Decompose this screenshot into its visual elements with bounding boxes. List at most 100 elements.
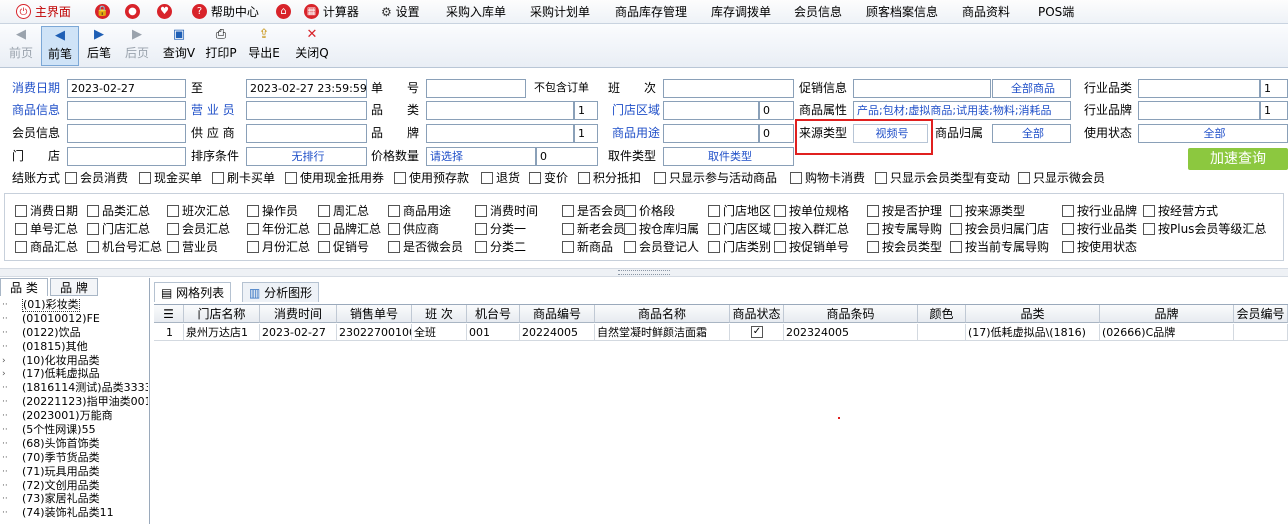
- groupby-option[interactable]: 价格段: [624, 203, 675, 219]
- prev-record-button[interactable]: ◀ 前笔: [41, 26, 79, 66]
- groupby-option[interactable]: 商品用途: [388, 203, 451, 219]
- table-cell[interactable]: 自然堂凝时鲜颜洁面霜: [595, 324, 730, 341]
- groupby-option[interactable]: 分类二: [475, 239, 526, 255]
- date-from-input[interactable]: 2023-02-27: [67, 79, 186, 98]
- tree-item[interactable]: ·· (74)装饰礼品类11: [0, 506, 148, 520]
- goods-info-input[interactable]: [67, 101, 186, 120]
- store-input[interactable]: [67, 147, 186, 166]
- tab-brand[interactable]: 品 牌: [50, 278, 98, 296]
- member-input[interactable]: [67, 124, 186, 143]
- consume-date-label[interactable]: 消费日期: [12, 79, 60, 97]
- groupby-option[interactable]: 按当前专属导购: [950, 239, 1049, 255]
- settle-option[interactable]: 会员消费: [65, 170, 128, 186]
- date-to-input[interactable]: 2023-02-27 23:59:59: [246, 79, 367, 98]
- category-count[interactable]: 1: [574, 101, 598, 120]
- lock-button[interactable]: 🔒: [95, 0, 110, 24]
- table-cell[interactable]: 泉州万达店1: [184, 324, 260, 341]
- table-cell[interactable]: 20224005: [520, 324, 595, 341]
- menu-purchase-plan[interactable]: 采购计划单: [530, 0, 590, 24]
- groupby-option[interactable]: 按行业品牌: [1062, 203, 1137, 219]
- goods-use-label[interactable]: 商品用途: [612, 124, 660, 142]
- groupby-option[interactable]: 按入群汇总: [774, 221, 849, 237]
- promo-input[interactable]: [853, 79, 991, 98]
- export-button[interactable]: ⇪ 导出E: [245, 26, 283, 66]
- settle-option[interactable]: 只显示参与活动商品: [654, 170, 777, 186]
- home-button[interactable]: ⌂: [276, 0, 291, 24]
- store-area-input[interactable]: [663, 101, 759, 120]
- menu-main[interactable]: ⏻ 主界面: [16, 0, 71, 24]
- industry-brand-input[interactable]: [1138, 101, 1260, 120]
- print-button[interactable]: ⎙ 打印P: [202, 26, 240, 66]
- groupby-option[interactable]: 分类一: [475, 221, 526, 237]
- settle-option[interactable]: 使用现金抵用券: [285, 170, 384, 186]
- column-header[interactable]: 机台号: [467, 305, 520, 323]
- query-button[interactable]: ▣ 查询V: [160, 26, 198, 66]
- tab-grid-list[interactable]: ▤ 网格列表: [154, 282, 232, 302]
- groupby-option[interactable]: 新商品: [562, 239, 613, 255]
- groupby-option[interactable]: 周汇总: [318, 203, 369, 219]
- groupby-option[interactable]: 商品汇总: [15, 239, 78, 255]
- groupby-option[interactable]: 按专属导购: [867, 221, 942, 237]
- column-header[interactable]: 商品条码: [784, 305, 918, 323]
- message-button[interactable]: ●: [125, 0, 140, 24]
- price-qty-input[interactable]: 0: [536, 147, 598, 166]
- menu-calculator[interactable]: ▦ 计算器: [304, 0, 359, 24]
- tab-analysis-chart[interactable]: ▥ 分析图形: [242, 282, 320, 302]
- groupby-option[interactable]: 会员汇总: [167, 221, 230, 237]
- column-header[interactable]: 班 次: [412, 305, 467, 323]
- store-area-label[interactable]: 门店区域: [612, 101, 660, 119]
- table-cell[interactable]: [1234, 324, 1288, 341]
- groupby-option[interactable]: 门店地区: [708, 203, 771, 219]
- not-include-order[interactable]: 不包含订单: [531, 79, 598, 98]
- menu-transfer[interactable]: 库存调拨单: [711, 0, 771, 24]
- groupby-option[interactable]: 按促销单号: [774, 239, 849, 255]
- table-cell[interactable]: (17)低耗虚拟品\(1816): [966, 324, 1100, 341]
- next-page-button[interactable]: ▶ 后页: [118, 26, 156, 66]
- goods-attr-select[interactable]: 产品;包材;虚拟商品;试用装;物料;消耗品: [853, 101, 1071, 120]
- groupby-option[interactable]: 按使用状态: [1062, 239, 1137, 255]
- column-header[interactable]: 消费时间: [260, 305, 337, 323]
- tree-item[interactable]: ·· (5个性网课)55: [0, 423, 148, 437]
- tree-item[interactable]: › (10)化妆用品类: [0, 354, 148, 368]
- column-header[interactable]: 会员编号: [1234, 305, 1288, 323]
- supplier-input[interactable]: [246, 124, 367, 143]
- settle-option[interactable]: 积分抵扣: [578, 170, 641, 186]
- table-cell[interactable]: 全班: [412, 324, 467, 341]
- groupby-option[interactable]: 年份汇总: [247, 221, 310, 237]
- pickup-select[interactable]: 取件类型: [663, 147, 794, 166]
- table-cell[interactable]: 202324005: [784, 324, 918, 341]
- source-type-select[interactable]: 视频号: [853, 124, 928, 143]
- tree-item[interactable]: ·· (01815)其他: [0, 340, 148, 354]
- sort-select[interactable]: 无排行: [246, 147, 367, 166]
- all-goods-select[interactable]: 全部商品: [992, 79, 1071, 98]
- settle-option[interactable]: 只显示微会员: [1018, 170, 1105, 186]
- shift-input[interactable]: [663, 79, 794, 98]
- order-no-input[interactable]: [426, 79, 526, 98]
- industry-cat-input[interactable]: [1138, 79, 1260, 98]
- tree-item[interactable]: ·· (73)家居礼品类: [0, 492, 148, 506]
- groupby-option[interactable]: 消费时间: [475, 203, 538, 219]
- groupby-option[interactable]: 消费日期: [15, 203, 78, 219]
- groupby-option[interactable]: 班次汇总: [167, 203, 230, 219]
- groupby-option[interactable]: 门店区域: [708, 221, 771, 237]
- groupby-option[interactable]: 按会员类型: [867, 239, 942, 255]
- groupby-option[interactable]: 是否微会员: [388, 239, 463, 255]
- column-header[interactable]: 商品名称: [595, 305, 730, 323]
- settle-option[interactable]: 刷卡买单: [212, 170, 275, 186]
- groupby-option[interactable]: 营业员: [167, 239, 218, 255]
- salesman-input[interactable]: [246, 101, 367, 120]
- salesman-label[interactable]: 营 业 员: [191, 101, 235, 119]
- use-status-select[interactable]: 全部: [1138, 124, 1288, 143]
- menu-goods-data[interactable]: 商品资料: [962, 0, 1010, 24]
- groupby-option[interactable]: 月份汇总: [247, 239, 310, 255]
- column-header[interactable]: 商品编号: [520, 305, 595, 323]
- groupby-option[interactable]: 按仓库归属: [624, 221, 699, 237]
- tree-item[interactable]: › (17)低耗虚拟品: [0, 367, 148, 381]
- table-cell[interactable]: [918, 324, 966, 341]
- splitter-grip[interactable]: [618, 270, 670, 275]
- tree-item[interactable]: ·· (68)头饰首饰类: [0, 437, 148, 451]
- tree-item[interactable]: ·· (0122)饮品: [0, 326, 148, 340]
- groupby-option[interactable]: 供应商: [388, 221, 439, 237]
- tree-item[interactable]: ·· (20221123)指甲油类001: [0, 395, 148, 409]
- groupby-option[interactable]: 新老会员: [562, 221, 625, 237]
